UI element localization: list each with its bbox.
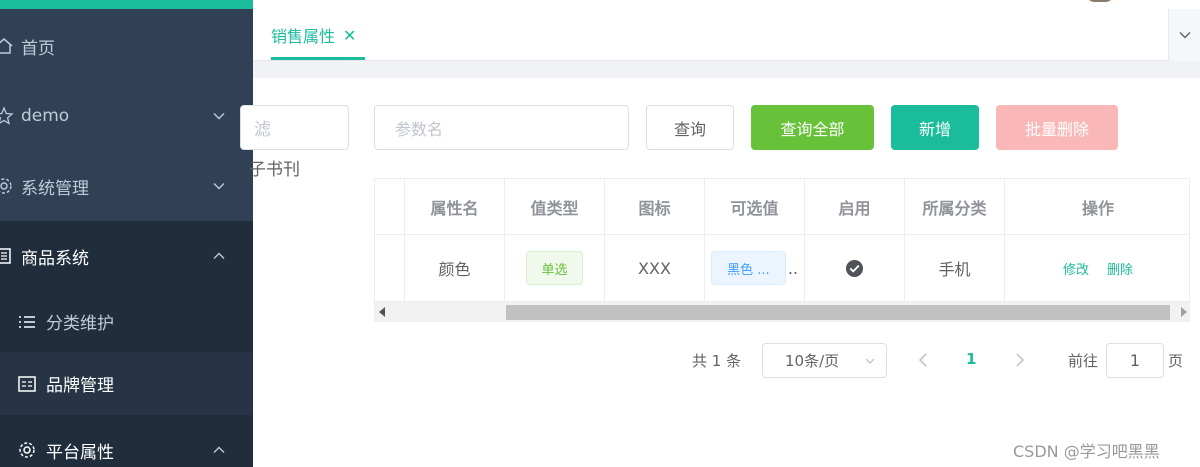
table-cell-icon: XXX [605,235,705,301]
home-icon [0,36,14,56]
sidebar: 首页 demo 系统管理 商品系统 分类维护 品牌管理 平台属性 [0,0,253,467]
table-header: 图标 [605,179,705,235]
table-cell-options: 黑色 ... .. [705,235,805,301]
sidebar-item-demo[interactable]: demo [0,81,253,151]
table-header: 属性名 [405,179,505,235]
chevron-down-icon [1179,32,1190,39]
tree-filter-input[interactable]: 滤 [240,105,349,150]
value-type-tag: 单选 [526,251,583,285]
sidebar-item-label: demo [21,106,70,126]
tab-label: 销售属性 [271,27,336,46]
tab-sales-attr[interactable]: 销售属性 ✕ [271,9,356,61]
scroll-thumb[interactable] [506,305,1170,320]
table-header: 操作 [1005,179,1189,235]
id-card-icon [17,374,37,394]
content-divider [253,61,1200,78]
param-name-input[interactable]: 参数名 [374,105,629,150]
table-header: 可选值 [705,179,805,235]
add-button[interactable]: 新增 [891,105,979,150]
chevron-up-icon [213,446,225,453]
sidebar-logo-bar [0,0,253,9]
attr-table: 属性名 值类型 图标 可选值 启用 所属分类 操作 颜色 单选 XXX 黑色 .… [374,178,1190,322]
table-cell-value-type: 单选 [505,235,605,301]
goto-label: 前往 [1068,352,1099,370]
table-cell-enabled [805,235,905,301]
sidebar-item-label: 商品系统 [21,248,89,269]
options-more: .. [787,258,799,278]
sidebar-item-home[interactable]: 首页 [0,11,253,81]
tree-filter-placeholder: 滤 [254,120,271,140]
list-icon [17,312,37,332]
gear-icon [0,176,14,196]
delete-link[interactable]: 删除 [1107,259,1133,278]
sidebar-item-label: 平台属性 [46,442,114,463]
query-button[interactable]: 查询 [646,105,734,150]
chevron-up-icon [213,252,225,259]
sidebar-item-label: 分类维护 [46,314,114,334]
query-all-button[interactable]: 查询全部 [751,105,874,150]
check-circle-icon [845,259,864,277]
close-icon[interactable]: ✕ [343,26,356,45]
tab-bar: 销售属性 ✕ [253,9,1200,61]
document-icon [0,246,14,266]
page-size-value: 10条/页 [785,352,840,370]
page-size-select[interactable]: 10条/页 [762,343,887,378]
sidebar-item-brand[interactable]: 品牌管理 [0,352,253,415]
sidebar-item-label: 首页 [21,38,55,59]
avatar[interactable] [1085,0,1115,2]
table-header-selection [375,179,405,235]
goto-suffix: 页 [1168,352,1184,370]
chevron-down-icon [865,358,875,364]
sidebar-item-product[interactable]: 商品系统 [0,221,253,291]
table-header: 值类型 [505,179,605,235]
sidebar-item-system[interactable]: 系统管理 [0,151,253,221]
pagination-total: 共 1 条 [692,352,742,370]
horizontal-scrollbar[interactable] [375,301,1189,321]
tab-active-indicator [271,57,365,60]
chevron-down-icon [213,113,225,120]
goto-page-input[interactable]: 1 [1106,343,1164,378]
table-header: 所属分类 [905,179,1005,235]
table-cell-selection [375,235,405,301]
watermark: CSDN @学习吧黑黑 [1013,442,1160,461]
star-icon [0,106,14,126]
chevron-left-icon[interactable] [916,351,930,369]
table-cell-name: 颜色 [405,235,505,301]
sidebar-item-platform-attr[interactable]: 平台属性 [0,415,253,467]
param-name-placeholder: 参数名 [395,119,444,139]
page-number-current[interactable]: 1 [966,350,976,368]
tree-node[interactable]: 子书刊 [249,155,300,180]
edit-link[interactable]: 修改 [1063,259,1089,278]
table-cell-actions: 修改 删除 [1005,235,1189,301]
option-tag: 黑色 ... [710,251,786,285]
sidebar-item-label: 系统管理 [21,178,89,199]
batch-delete-button[interactable]: 批量删除 [996,105,1118,150]
sidebar-item-label: 品牌管理 [46,376,114,396]
scroll-left-arrow-icon[interactable] [379,307,385,317]
gear-icon [17,440,37,460]
scroll-right-arrow-icon[interactable] [1181,307,1187,317]
table-cell-category: 手机 [905,235,1005,301]
chevron-down-icon [213,183,225,190]
sidebar-item-category[interactable]: 分类维护 [0,290,253,353]
tab-dropdown-button[interactable] [1168,9,1200,61]
chevron-right-icon[interactable] [1013,351,1027,369]
table-header: 启用 [805,179,905,235]
